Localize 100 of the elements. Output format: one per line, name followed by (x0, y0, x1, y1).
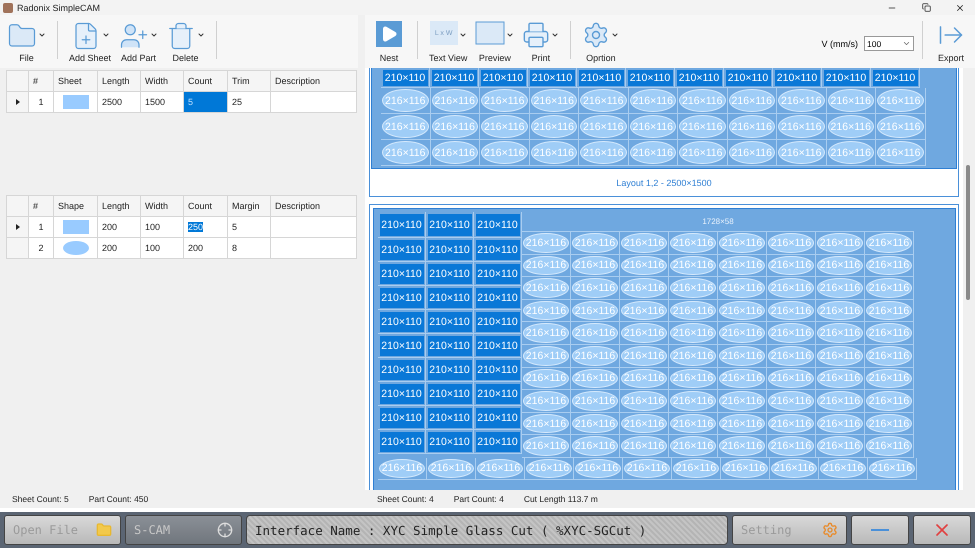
oval-part: 216×116 (768, 300, 814, 320)
window-title: Radonix SimpleCAM (17, 2, 102, 12)
crosshair-icon (217, 522, 233, 538)
oval-part: 216×116 (768, 323, 814, 343)
minimize-button[interactable] (851, 515, 909, 545)
oval-part: 216×116 (630, 115, 676, 138)
table-cell[interactable]: 250 (184, 216, 228, 238)
column-header: Length (98, 196, 140, 216)
rect-part: 210×110 (428, 360, 472, 380)
table-cell: 1 (28, 92, 54, 112)
oval-part: 216×116 (877, 115, 924, 138)
oval-part: 216×116 (670, 391, 716, 411)
oval-part: 216×116 (621, 323, 667, 343)
rect-part: 210×110 (676, 70, 722, 86)
rect-part: 210×110 (380, 288, 424, 308)
status-text: Part Count: 4 (454, 494, 504, 504)
table-cell[interactable]: 200 (184, 238, 228, 258)
oval-part: 216×116 (530, 89, 577, 112)
oval-part: 216×116 (670, 436, 716, 456)
rect-part: 210×110 (476, 384, 520, 404)
toolbar-button[interactable]: Add Part (116, 21, 162, 63)
caret-icon (458, 31, 467, 39)
rect-part: 210×110 (380, 336, 424, 356)
status-text: Part Count: 450 (88, 494, 148, 504)
printer-icon (522, 21, 550, 49)
caret-icon (197, 31, 206, 39)
oval-part: 216×116 (572, 233, 618, 253)
oval-part: 216×116 (817, 233, 863, 253)
rect-part: 210×110 (432, 70, 476, 86)
oval-part: 216×116 (575, 458, 621, 478)
oval-part: 216×116 (526, 458, 572, 478)
rect-part: 210×110 (428, 312, 472, 332)
oval-part: 216×116 (572, 323, 618, 343)
oval-part: 216×116 (771, 458, 817, 478)
rect-part: 210×110 (726, 70, 770, 86)
oval-part: 216×116 (382, 115, 428, 138)
oval-part: 216×116 (523, 233, 569, 253)
rect-part: 210×110 (428, 336, 472, 356)
rect-part: 210×110 (476, 214, 520, 236)
oval-part: 216×116 (719, 278, 765, 298)
toolbar-button[interactable]: Preview (472, 21, 518, 63)
speed-label: V (mm/s) (822, 38, 858, 48)
table-cell: 200 (98, 216, 140, 238)
oval-part: 216×116 (768, 368, 814, 388)
oval-part: 216×116 (719, 391, 765, 411)
toolbar-button[interactable]: Oprtion (579, 21, 622, 63)
oval-part: 216×116 (866, 436, 912, 456)
rect-part: 210×110 (428, 408, 472, 428)
oval-part: 216×116 (481, 115, 528, 138)
rect-part: 210×110 (530, 70, 574, 86)
rect-part: 210×110 (480, 70, 526, 86)
toolbar-button[interactable]: File (4, 21, 49, 63)
scrollbar[interactable] (963, 68, 975, 490)
table-cell: 1500 (140, 92, 184, 112)
oval-part: 216×116 (572, 414, 618, 434)
oval-part: 216×116 (630, 89, 676, 112)
close-button[interactable] (913, 515, 971, 545)
oval-part: 216×116 (530, 141, 577, 164)
toolbar-button[interactable]: Delete (163, 21, 208, 63)
oval-part: 216×116 (722, 458, 768, 478)
settings-icon (822, 522, 838, 538)
oval-part: 216×116 (432, 89, 478, 112)
oval-part: 216×116 (866, 278, 912, 298)
oval-part: 216×116 (572, 436, 618, 456)
oval-part: 216×116 (580, 115, 626, 138)
oval-part: 216×116 (621, 436, 667, 456)
row-header[interactable] (6, 92, 28, 112)
scrollbar-thumb[interactable] (966, 165, 970, 300)
oval-part: 216×116 (670, 300, 716, 320)
oval-part: 216×116 (432, 115, 478, 138)
oval-part: 216×116 (572, 346, 618, 366)
toolbar-button[interactable]: Add Sheet (66, 21, 114, 63)
oval-part: 216×116 (719, 233, 765, 253)
oval-part: 216×116 (580, 141, 626, 164)
header-cell (6, 196, 28, 216)
rect-part: 210×110 (428, 214, 472, 236)
toolbar-button[interactable]: Nest (369, 21, 409, 63)
oval-part: 216×116 (621, 414, 667, 434)
oval-part: 216×116 (621, 256, 667, 276)
toolbar-button[interactable]: Print (519, 21, 562, 63)
oval-part: 216×116 (481, 141, 528, 164)
oval-part: 216×116 (877, 141, 924, 164)
oval-part: 216×116 (768, 256, 814, 276)
status-text: Sheet Count: 5 (12, 494, 69, 504)
oval-part: 216×116 (817, 256, 863, 276)
minimize-icon (871, 529, 889, 531)
toolbar-button[interactable]: Export (931, 21, 971, 63)
oval-part: 216×116 (817, 391, 863, 411)
rect-part: 210×110 (380, 408, 424, 428)
oval-part: 216×116 (624, 458, 670, 478)
rect-part: 210×110 (428, 288, 472, 308)
column-header: Width (140, 70, 184, 92)
column-header: Description (270, 70, 356, 92)
rect-part: 210×110 (476, 360, 520, 380)
row-header[interactable] (6, 216, 28, 238)
speed-select[interactable]: 100 (864, 36, 914, 51)
oval-part: 216×116 (572, 391, 618, 411)
status-text: Cut Length 113.7 m (524, 494, 598, 504)
oval-part: 216×116 (572, 278, 618, 298)
oval-part: 216×116 (778, 141, 824, 164)
